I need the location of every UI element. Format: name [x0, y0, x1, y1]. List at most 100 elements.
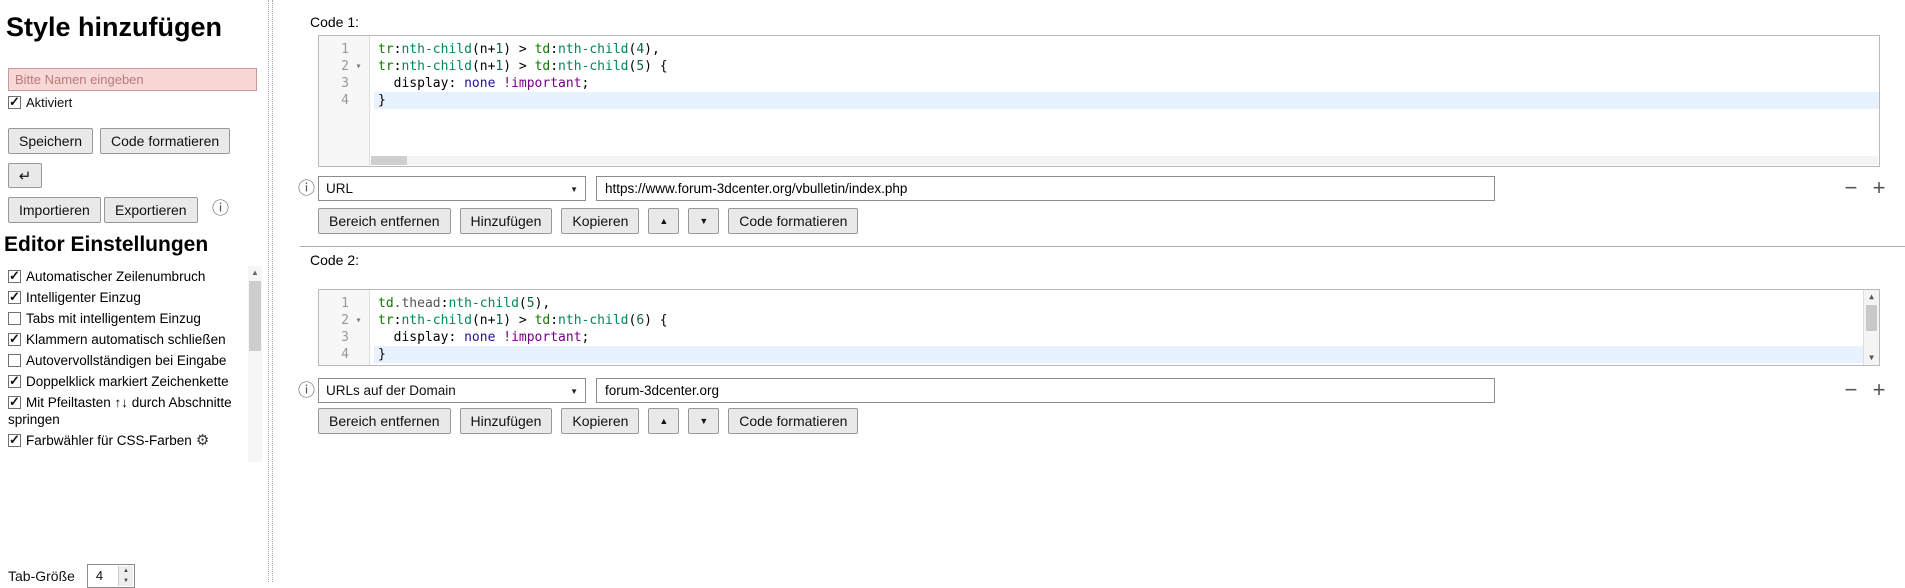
code-text[interactable]: tr:nth-child(n+1) > td:nth-child(4), — [374, 41, 1879, 58]
scroll-up-icon[interactable]: ▲ — [248, 266, 262, 280]
editor-setting-row[interactable]: Farbwähler für CSS-Farben⚙ — [8, 432, 246, 449]
code-text[interactable]: } — [374, 92, 1879, 109]
import-button[interactable]: Importieren — [8, 197, 101, 223]
copy-section-button[interactable]: Kopieren — [561, 408, 639, 434]
tab-size-input[interactable]: 4 ▲ ▼ — [87, 564, 135, 588]
add-section-button[interactable]: Hinzufügen — [460, 208, 553, 234]
code-token: : — [448, 76, 464, 91]
code-line[interactable]: 2▾tr:nth-child(n+1) > td:nth-child(6) { — [319, 312, 1879, 329]
code-token: (n+ — [472, 313, 495, 328]
code-line[interactable]: 4} — [319, 346, 1879, 363]
editor-setting-row[interactable]: Autovervollständigen bei Eingabe — [8, 352, 246, 369]
editor-setting-row[interactable]: Mit Pfeiltasten ↑↓ durch Abschnitte spri… — [8, 394, 246, 428]
code-text[interactable]: tr:nth-child(n+1) > td:nth-child(5) { — [374, 58, 1879, 75]
remove-section-button[interactable]: Bereich entfernen — [318, 408, 451, 434]
scrollbar-thumb[interactable] — [371, 156, 407, 165]
fold-arrow-icon[interactable]: ▾ — [349, 58, 368, 75]
move-down-button[interactable]: ▼ — [688, 208, 719, 234]
code-line[interactable]: 3 display: none !important; — [319, 75, 1879, 92]
setting-checkbox[interactable] — [8, 312, 21, 325]
applies-to-value-input[interactable] — [596, 378, 1495, 403]
setting-checkbox[interactable] — [8, 434, 21, 447]
setting-label: Klammern automatisch schließen — [26, 332, 226, 347]
info-icon[interactable]: ⓘ — [298, 382, 315, 399]
enabled-checkbox-row[interactable]: Aktiviert — [8, 95, 72, 110]
move-up-button[interactable]: ▲ — [648, 208, 679, 234]
code-token: td — [535, 59, 551, 74]
setting-checkbox[interactable] — [8, 333, 21, 346]
scrollbar-thumb[interactable] — [249, 281, 261, 351]
editor-setting-row[interactable]: Klammern automatisch schließen — [8, 331, 246, 348]
add-applies-button[interactable]: + — [1866, 175, 1892, 201]
line-number: 3 — [319, 329, 349, 346]
export-button[interactable]: Exportieren — [104, 197, 198, 223]
code-text[interactable]: } — [374, 346, 1879, 363]
spinner-arrows[interactable]: ▲ ▼ — [118, 566, 133, 586]
move-up-button[interactable]: ▲ — [648, 408, 679, 434]
code-line[interactable]: 3 display: none !important; — [319, 329, 1879, 346]
code-line[interactable]: 4} — [319, 92, 1879, 109]
code-line[interactable]: 1 td.thead:nth-child(5), — [319, 295, 1879, 312]
setting-checkbox[interactable] — [8, 375, 21, 388]
add-applies-button[interactable]: + — [1866, 377, 1892, 403]
format-code-button[interactable]: Code formatieren — [728, 208, 858, 234]
editor-setting-row[interactable]: Automatischer Zeilenumbruch — [8, 268, 246, 285]
code-text[interactable]: display: none !important; — [374, 75, 1879, 92]
applies-to-type-select[interactable]: URL ▼ — [318, 176, 586, 201]
applies-to-value-input[interactable] — [596, 176, 1495, 201]
format-code-button[interactable]: Code formatieren — [728, 408, 858, 434]
gear-icon[interactable]: ⚙ — [196, 432, 209, 449]
code-token: 5 — [636, 59, 644, 74]
remove-section-button[interactable]: Bereich entfernen — [318, 208, 451, 234]
setting-checkbox[interactable] — [8, 291, 21, 304]
vertical-scrollbar[interactable]: ▲ ▼ — [1863, 290, 1879, 365]
copy-section-button[interactable]: Kopieren — [561, 208, 639, 234]
code-token: ), — [644, 42, 660, 57]
add-section-button[interactable]: Hinzufügen — [460, 408, 553, 434]
save-button[interactable]: Speichern — [8, 128, 93, 154]
info-icon[interactable]: ⓘ — [212, 200, 229, 217]
format-code-button-sidebar[interactable]: Code formatieren — [100, 128, 230, 154]
page-title: Style hinzufügen — [6, 12, 222, 43]
fold-arrow-icon[interactable]: ▾ — [349, 312, 368, 329]
editor-settings-list: Automatischer Zeilenumbruch Intelligenter… — [8, 268, 246, 453]
setting-checkbox[interactable] — [8, 396, 21, 409]
return-button[interactable]: ↵ — [8, 163, 42, 188]
scrollbar-thumb[interactable] — [1866, 305, 1877, 331]
code-line[interactable]: 1tr:nth-child(n+1) > td:nth-child(4), — [319, 41, 1879, 58]
sidebar-scrollbar[interactable]: ▲ — [248, 266, 262, 462]
section-2-actions: Bereich entfernen Hinzufügen Kopieren ▲ … — [318, 408, 858, 434]
code-editor-2[interactable]: 1td.thead:nth-child(5),2▾tr:nth-child(n+… — [318, 289, 1880, 366]
info-icon[interactable]: ⓘ — [298, 180, 315, 197]
code-token: 4 — [636, 42, 644, 57]
setting-checkbox[interactable] — [8, 354, 21, 367]
move-down-button[interactable]: ▼ — [688, 408, 719, 434]
code-1-label: Code 1: — [310, 14, 359, 30]
code-text[interactable]: display: none !important; — [374, 329, 1879, 346]
fold-spacer — [349, 75, 368, 92]
spin-up-icon[interactable]: ▲ — [118, 566, 133, 576]
code-line[interactable]: 2▾tr:nth-child(n+1) > td:nth-child(5) { — [319, 58, 1879, 75]
editor-setting-row[interactable]: Tabs mit intelligentem Einzug — [8, 310, 246, 327]
remove-applies-button[interactable]: − — [1838, 377, 1864, 403]
style-name-input[interactable] — [8, 68, 257, 91]
code-editor-1[interactable]: 1tr:nth-child(n+1) > td:nth-child(4),2▾t… — [318, 35, 1880, 167]
code-token: nth-child — [558, 313, 628, 328]
editor-setting-row[interactable]: Intelligenter Einzug — [8, 289, 246, 306]
scroll-down-icon[interactable]: ▼ — [1864, 351, 1879, 365]
code-text[interactable]: td.thead:nth-child(5), — [374, 295, 1879, 312]
scroll-up-icon[interactable]: ▲ — [1864, 290, 1879, 304]
code-text[interactable]: tr:nth-child(n+1) > td:nth-child(6) { — [374, 312, 1879, 329]
remove-applies-button[interactable]: − — [1838, 175, 1864, 201]
enabled-checkbox[interactable] — [8, 96, 21, 109]
line-number: 1 — [319, 295, 349, 312]
section-divider — [300, 246, 1905, 247]
applies-to-type-select[interactable]: URLs auf der Domain ▼ — [318, 378, 586, 403]
horizontal-scrollbar[interactable] — [371, 156, 1878, 165]
code-token: ), — [535, 296, 551, 311]
section-1-actions: Bereich entfernen Hinzufügen Kopieren ▲ … — [318, 208, 858, 234]
spin-down-icon[interactable]: ▼ — [118, 576, 133, 586]
editor-setting-row[interactable]: Doppelklick markiert Zeichenkette — [8, 373, 246, 390]
sidebar-resizer[interactable] — [268, 0, 273, 582]
setting-checkbox[interactable] — [8, 270, 21, 283]
